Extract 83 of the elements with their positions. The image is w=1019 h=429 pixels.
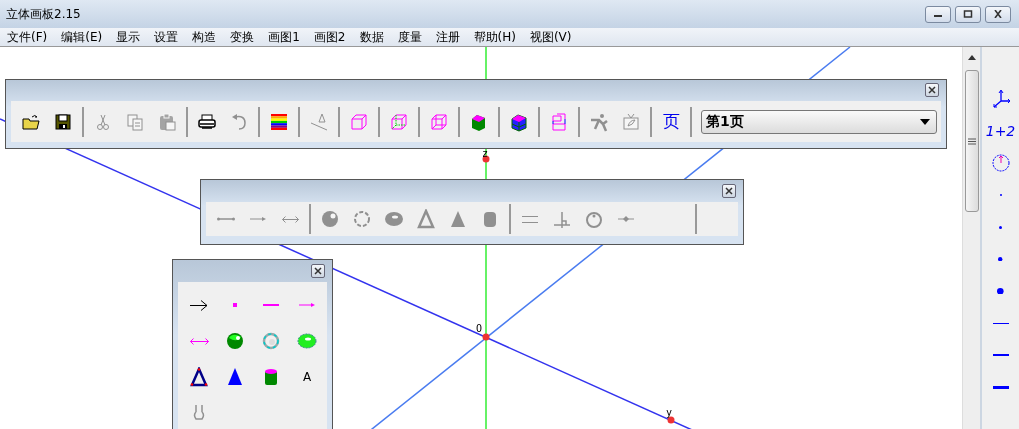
torus-icon [384,209,404,229]
torus-icon [297,331,317,351]
copy-icon [125,111,145,132]
page-button[interactable]: 页 [655,106,687,137]
close-button[interactable] [722,184,736,198]
menu-item[interactable]: 画图1 [261,28,307,46]
menu-item[interactable]: 数据 [352,28,391,46]
triangle-icon [189,367,209,387]
dashed-circle-icon [261,331,281,351]
text-tool-button[interactable]: A [290,360,324,394]
line-thickness-icon [992,385,1009,389]
maximize-button[interactable] [955,5,981,23]
close-button[interactable] [985,5,1011,23]
formula-button[interactable]: 1+2 [986,119,1015,143]
dot-icon [998,256,1003,262]
vertical-scrollbar[interactable] [962,47,980,429]
segment-icon [217,217,235,221]
menu-item[interactable]: 视图(V) [522,28,579,46]
minimize-button[interactable] [925,5,951,23]
menu-item[interactable]: 构造 [185,28,224,46]
cube-icon [389,111,409,132]
point-icon [233,303,237,307]
perpendicular-icon [552,209,572,229]
double-arrow-icon [189,337,209,345]
clipboard-icon [157,111,177,132]
line-icon [263,304,279,306]
menu-item[interactable]: 度量 [390,28,429,46]
close-button[interactable] [311,264,325,278]
ray-icon [299,303,315,307]
double-arrow-icon [281,215,299,223]
ray-icon [250,217,266,221]
axes-icon [990,89,1011,109]
menu-item[interactable]: 注册 [428,28,467,46]
scrollbar-thumb[interactable] [964,70,979,212]
cube-icon [549,111,569,132]
point-on-line-icon [618,216,634,222]
menu-item[interactable]: 画图2 [306,28,353,46]
menu-item[interactable]: 帮助(H) [466,28,523,46]
close-icon [314,267,322,275]
close-icon [928,86,936,95]
maximize-icon [963,10,973,18]
dial-icon [990,153,1011,173]
arrow-icon [190,299,208,311]
point-marker[interactable] [667,416,675,424]
menu-item[interactable]: 设置 [147,28,186,46]
close-button[interactable] [925,83,939,98]
cube-icon [429,111,449,132]
caret-icon [920,118,930,125]
point-label: O [476,323,483,334]
sphere-icon [320,209,340,229]
dot-icon [999,225,1002,229]
slanted-line-icon [309,111,329,132]
point-marker[interactable] [482,333,490,341]
line-thickness-icon [992,322,1009,324]
prism-icon [509,111,529,132]
menu-item[interactable]: 显示 [109,28,148,46]
window-title: 立体画板2.15 [5,5,81,23]
close-icon [993,10,1003,18]
dropdown-value: 第1页 [706,112,744,131]
cone-icon [225,367,245,387]
triangle-icon [416,209,436,229]
grip-icon [967,137,976,145]
parallel-lines-icon [522,215,538,223]
printer-icon [197,111,217,132]
circle-point-icon [584,209,604,229]
color-stripes-icon [269,111,289,132]
cone-icon [448,209,468,229]
point-marker[interactable] [482,155,490,163]
point-label: y [666,407,673,418]
close-icon [725,187,733,195]
dot-icon [997,287,1004,295]
point-label: z [482,148,489,159]
cube-icon [349,111,369,132]
menu-item[interactable]: 文件(F) [0,28,55,46]
line-thickness-icon [992,354,1009,356]
menu-item[interactable]: 编辑(E) [54,28,110,46]
sphere-icon [225,331,245,351]
page-dropdown[interactable]: 第1页 [701,109,937,134]
running-figure-icon [589,111,609,132]
dashed-circle-icon [352,209,372,229]
tv-icon [621,111,641,132]
scroll-up-icon [967,55,976,60]
menu-item[interactable]: 变换 [223,28,262,46]
